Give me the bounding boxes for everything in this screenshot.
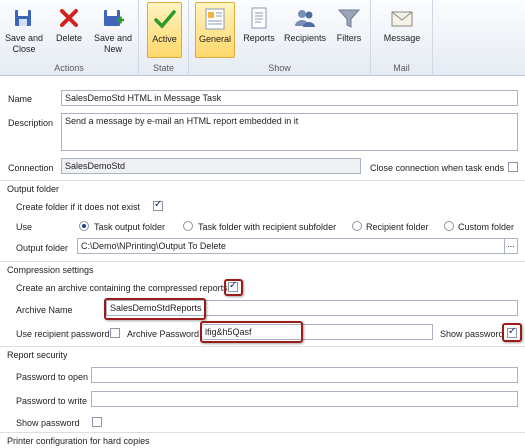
report-security-section-title: Report security: [7, 350, 68, 360]
password-write-field[interactable]: [91, 391, 518, 407]
delete-icon: [60, 9, 78, 27]
active-toggle-button[interactable]: Active: [147, 2, 182, 58]
highlight-archive-name: [104, 298, 206, 320]
create-folder-checkbox[interactable]: [153, 199, 163, 211]
ribbon-group-show: General Reports Recipients Filters Show: [189, 0, 371, 76]
group-label-state: State: [152, 63, 174, 73]
password-open-field[interactable]: [91, 367, 518, 383]
archive-password-label: Archive Password: [127, 329, 200, 339]
recipients-icon: [295, 10, 315, 27]
message-button[interactable]: Message: [381, 2, 423, 58]
connection-field[interactable]: SalesDemoStd: [61, 158, 361, 174]
radio-custom-folder-label: Custom folder: [458, 222, 515, 232]
group-label-actions: Actions: [54, 63, 84, 73]
section-divider: [0, 432, 525, 433]
filters-tab-button[interactable]: Filters: [332, 2, 366, 58]
save-new-icon: [104, 10, 124, 26]
close-connection-checkbox[interactable]: [508, 162, 518, 172]
name-field[interactable]: SalesDemoStd HTML in Message Task: [61, 90, 518, 106]
reports-label: Reports: [243, 33, 275, 43]
save-new-button[interactable]: Save and New: [91, 2, 135, 58]
browse-folder-button[interactable]: ...: [504, 239, 517, 253]
radio-custom-folder[interactable]: [444, 221, 454, 231]
section-divider: [0, 346, 525, 347]
radio-task-output-folder[interactable]: [79, 221, 89, 231]
ribbon: Save and Close Delete Save and New Actio…: [0, 0, 525, 76]
show-password2-label: Show password: [16, 418, 80, 428]
filters-label: Filters: [336, 33, 362, 43]
ribbon-group-state: Active State: [139, 0, 189, 76]
radio-recipient-folder-label: Recipient folder: [366, 222, 429, 232]
section-divider: [0, 261, 525, 262]
group-label-mail: Mail: [393, 63, 410, 73]
password-write-label: Password to write: [16, 396, 88, 406]
reports-icon: [251, 7, 267, 29]
radio-recipient-folder[interactable]: [352, 221, 362, 231]
use-recipient-password-label: Use recipient password: [16, 329, 110, 339]
delete-button[interactable]: Delete: [50, 2, 88, 58]
radio-task-folder-recipient-subfolder-label: Task folder with recipient subfolder: [198, 222, 337, 232]
output-folder-value: C:\Demo\NPrinting\Output To Delete: [81, 241, 226, 251]
output-folder-field[interactable]: C:\Demo\NPrinting\Output To Delete ...: [77, 238, 518, 254]
highlight-create-archive: [224, 279, 243, 296]
delete-label: Delete: [55, 33, 82, 43]
ribbon-group-mail: Message Mail: [371, 0, 433, 76]
envelope-icon: [391, 11, 413, 27]
message-label: Message: [383, 33, 421, 43]
save-close-label: Save and Close: [4, 33, 44, 54]
archive-name-label: Archive Name: [16, 305, 73, 315]
save-close-button[interactable]: Save and Close: [3, 2, 45, 58]
output-folder-section-title: Output folder: [7, 184, 60, 194]
output-folder-label: Output folder: [16, 243, 69, 253]
highlight-archive-password: [200, 321, 303, 343]
general-icon: [205, 8, 225, 30]
name-label: Name: [8, 94, 33, 104]
reports-tab-button[interactable]: Reports: [239, 2, 279, 58]
general-tab-button[interactable]: General: [195, 2, 235, 58]
close-connection-label: Close connection when task ends: [370, 163, 505, 173]
radio-task-output-folder-label: Task output folder: [94, 222, 166, 232]
radio-task-folder-recipient-subfolder[interactable]: [183, 221, 193, 231]
ribbon-group-actions: Save and Close Delete Save and New Actio…: [0, 0, 139, 76]
use-recipient-password-checkbox[interactable]: [110, 328, 120, 338]
filter-icon: [337, 9, 361, 28]
active-label: Active: [152, 34, 177, 44]
section-divider: [0, 180, 525, 181]
save-icon: [15, 10, 31, 26]
checkmark-icon: [153, 10, 176, 29]
create-archive-label: Create an archive containing the compres…: [16, 283, 228, 293]
general-label: General: [198, 34, 232, 44]
compression-section-title: Compression settings: [7, 265, 94, 275]
description-field[interactable]: Send a message by e-mail an HTML report …: [61, 113, 518, 151]
group-label-show: Show: [268, 63, 291, 73]
show-password2-checkbox[interactable]: [92, 417, 102, 427]
password-open-label: Password to open: [16, 372, 89, 382]
recipients-label: Recipients: [283, 33, 327, 43]
save-new-label: Save and New: [93, 33, 133, 54]
description-label: Description: [8, 118, 54, 128]
create-folder-label: Create folder if it does not exist: [16, 202, 141, 212]
connection-label: Connection: [8, 163, 54, 173]
highlight-show-password: [502, 323, 522, 342]
show-password-label: Show password: [440, 329, 504, 339]
printer-section-title: Printer configuration for hard copies: [7, 436, 150, 446]
use-label: Use: [16, 222, 33, 232]
recipients-tab-button[interactable]: Recipients: [282, 2, 328, 58]
